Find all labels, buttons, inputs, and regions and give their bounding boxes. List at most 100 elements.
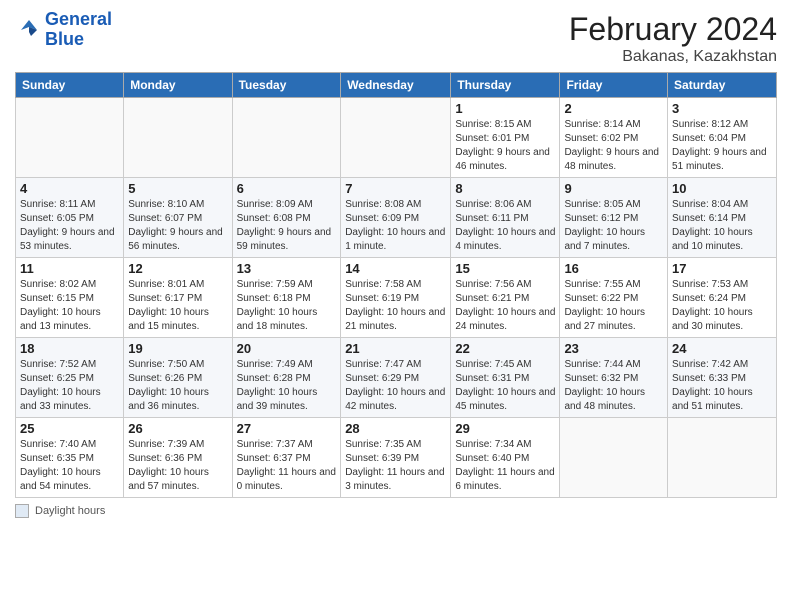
calendar-header-tuesday: Tuesday [232,73,341,98]
day-number: 12 [128,261,227,276]
calendar-header-monday: Monday [124,73,232,98]
calendar-header-friday: Friday [560,73,668,98]
calendar-cell: 5Sunrise: 8:10 AM Sunset: 6:07 PM Daylig… [124,178,232,258]
calendar-cell: 12 Sunrise: 8:01 AM Sunset: 6:17 PM Dayli… [124,258,232,338]
calendar-cell: 16Sunrise: 7:55 AM Sunset: 6:22 PM Dayli… [560,258,668,338]
day-number: 13 [237,261,337,276]
calendar-cell: 10Sunrise: 8:04 AM Sunset: 6:14 PM Dayli… [668,178,777,258]
day-info: Sunrise: 8:11 AM Sunset: 6:05 PM Dayligh… [20,198,119,254]
calendar-cell: 23 Sunrise: 7:44 AM Sunset: 6:32 PM Dayli… [560,338,668,418]
calendar-header-saturday: Saturday [668,73,777,98]
day-number: 4 [20,181,119,196]
calendar-cell: 11 Sunrise: 8:02 AM Sunset: 6:15 PM Dayli… [16,258,124,338]
day-number: 8 [455,181,555,196]
title-block: February 2024 Bakanas, Kazakhstan [569,10,777,66]
day-info: Sunrise: 8:14 AM Sunset: 6:02 PM Dayligh… [564,118,663,174]
calendar-cell: 27 Sunrise: 7:37 AM Sunset: 6:37 PM Dayli… [232,418,341,498]
calendar-week-2: 4 Sunrise: 8:11 AM Sunset: 6:05 PM Daylig… [16,178,777,258]
calendar-header-wednesday: Wednesday [341,73,451,98]
calendar-cell: 20Sunrise: 7:49 AM Sunset: 6:28 PM Dayli… [232,338,341,418]
day-number: 6 [237,181,337,196]
day-info: Sunrise: 8:04 AM Sunset: 6:14 PM Dayligh… [672,198,772,254]
calendar-week-3: 11 Sunrise: 8:02 AM Sunset: 6:15 PM Dayli… [16,258,777,338]
calendar-cell: 9 Sunrise: 8:05 AM Sunset: 6:12 PM Daylig… [560,178,668,258]
calendar-table: SundayMondayTuesdayWednesdayThursdayFrid… [15,72,777,498]
day-info: Sunrise: 7:45 AM Sunset: 6:31 PM Dayligh… [455,358,555,414]
calendar-cell: 1 Sunrise: 8:15 AM Sunset: 6:01 PM Daylig… [451,98,560,178]
day-info: Sunrise: 7:40 AM Sunset: 6:35 PM Dayligh… [20,438,119,494]
day-info: Sunrise: 7:44 AM Sunset: 6:32 PM Dayligh… [564,358,663,414]
calendar-cell: 21Sunrise: 7:47 AM Sunset: 6:29 PM Dayli… [341,338,451,418]
day-number: 27 [237,421,337,436]
day-info: Sunrise: 8:02 AM Sunset: 6:15 PM Dayligh… [20,278,119,334]
calendar-cell: 15Sunrise: 7:56 AM Sunset: 6:21 PM Dayli… [451,258,560,338]
day-info: Sunrise: 8:09 AM Sunset: 6:08 PM Dayligh… [237,198,337,254]
day-number: 1 [455,101,555,116]
day-info: Sunrise: 8:15 AM Sunset: 6:01 PM Dayligh… [455,118,555,174]
calendar-cell: 4 Sunrise: 8:11 AM Sunset: 6:05 PM Daylig… [16,178,124,258]
day-number: 18 [20,341,119,356]
day-number: 2 [564,101,663,116]
daylight-label: Daylight hours [35,505,105,517]
day-info: Sunrise: 7:37 AM Sunset: 6:37 PM Dayligh… [237,438,337,494]
day-number: 22 [455,341,555,356]
day-info: Sunrise: 8:10 AM Sunset: 6:07 PM Dayligh… [128,198,227,254]
calendar-week-5: 25 Sunrise: 7:40 AM Sunset: 6:35 PM Dayli… [16,418,777,498]
day-info: Sunrise: 8:05 AM Sunset: 6:12 PM Dayligh… [564,198,663,254]
calendar-cell: 17 Sunrise: 7:53 AM Sunset: 6:24 PM Dayli… [668,258,777,338]
day-number: 9 [564,181,663,196]
day-number: 17 [672,261,772,276]
day-number: 24 [672,341,772,356]
calendar-header-sunday: Sunday [16,73,124,98]
calendar-cell: 13 Sunrise: 7:59 AM Sunset: 6:18 PM Dayli… [232,258,341,338]
calendar-cell: 7 Sunrise: 8:08 AM Sunset: 6:09 PM Daylig… [341,178,451,258]
day-info: Sunrise: 7:58 AM Sunset: 6:19 PM Dayligh… [345,278,446,334]
calendar-cell: 3 Sunrise: 8:12 AM Sunset: 6:04 PM Daylig… [668,98,777,178]
calendar-cell: 14 Sunrise: 7:58 AM Sunset: 6:19 PM Dayli… [341,258,451,338]
day-info: Sunrise: 8:08 AM Sunset: 6:09 PM Dayligh… [345,198,446,254]
calendar-cell: 2 Sunrise: 8:14 AM Sunset: 6:02 PM Daylig… [560,98,668,178]
day-number: 25 [20,421,119,436]
calendar-cell: 28Sunrise: 7:35 AM Sunset: 6:39 PM Dayli… [341,418,451,498]
day-number: 29 [455,421,555,436]
calendar-header-row: SundayMondayTuesdayWednesdayThursdayFrid… [16,73,777,98]
day-info: Sunrise: 8:12 AM Sunset: 6:04 PM Dayligh… [672,118,772,174]
calendar-header-thursday: Thursday [451,73,560,98]
calendar-cell: 24 Sunrise: 7:42 AM Sunset: 6:33 PM Dayli… [668,338,777,418]
day-info: Sunrise: 7:42 AM Sunset: 6:33 PM Dayligh… [672,358,772,414]
calendar-week-4: 18Sunrise: 7:52 AM Sunset: 6:25 PM Dayli… [16,338,777,418]
day-info: Sunrise: 7:35 AM Sunset: 6:39 PM Dayligh… [345,438,446,494]
day-info: Sunrise: 7:55 AM Sunset: 6:22 PM Dayligh… [564,278,663,334]
calendar-title: February 2024 [569,10,777,48]
day-info: Sunrise: 7:39 AM Sunset: 6:36 PM Dayligh… [128,438,227,494]
calendar-cell: 29 Sunrise: 7:34 AM Sunset: 6:40 PM Dayli… [451,418,560,498]
day-number: 7 [345,181,446,196]
day-info: Sunrise: 7:53 AM Sunset: 6:24 PM Dayligh… [672,278,772,334]
calendar-footer: Daylight hours [15,504,777,518]
logo: General Blue [15,10,112,50]
daylight-box [15,504,29,518]
calendar-cell [341,98,451,178]
calendar-cell: 25 Sunrise: 7:40 AM Sunset: 6:35 PM Dayli… [16,418,124,498]
header: General Blue February 2024 Bakanas, Kaza… [15,10,777,66]
calendar-week-1: 1 Sunrise: 8:15 AM Sunset: 6:01 PM Daylig… [16,98,777,178]
day-number: 14 [345,261,446,276]
calendar-cell: 18Sunrise: 7:52 AM Sunset: 6:25 PM Dayli… [16,338,124,418]
day-info: Sunrise: 7:34 AM Sunset: 6:40 PM Dayligh… [455,438,555,494]
calendar-cell [124,98,232,178]
day-info: Sunrise: 8:01 AM Sunset: 6:17 PM Dayligh… [128,278,227,334]
day-info: Sunrise: 7:59 AM Sunset: 6:18 PM Dayligh… [237,278,337,334]
calendar-cell: 6 Sunrise: 8:09 AM Sunset: 6:08 PM Daylig… [232,178,341,258]
logo-text: General Blue [45,10,112,50]
page: General Blue February 2024 Bakanas, Kaza… [0,0,792,612]
day-number: 19 [128,341,227,356]
day-number: 26 [128,421,227,436]
day-info: Sunrise: 8:06 AM Sunset: 6:11 PM Dayligh… [455,198,555,254]
day-number: 11 [20,261,119,276]
calendar-cell [232,98,341,178]
day-number: 15 [455,261,555,276]
calendar-cell: 22 Sunrise: 7:45 AM Sunset: 6:31 PM Dayli… [451,338,560,418]
day-number: 3 [672,101,772,116]
day-info: Sunrise: 7:50 AM Sunset: 6:26 PM Dayligh… [128,358,227,414]
day-number: 23 [564,341,663,356]
